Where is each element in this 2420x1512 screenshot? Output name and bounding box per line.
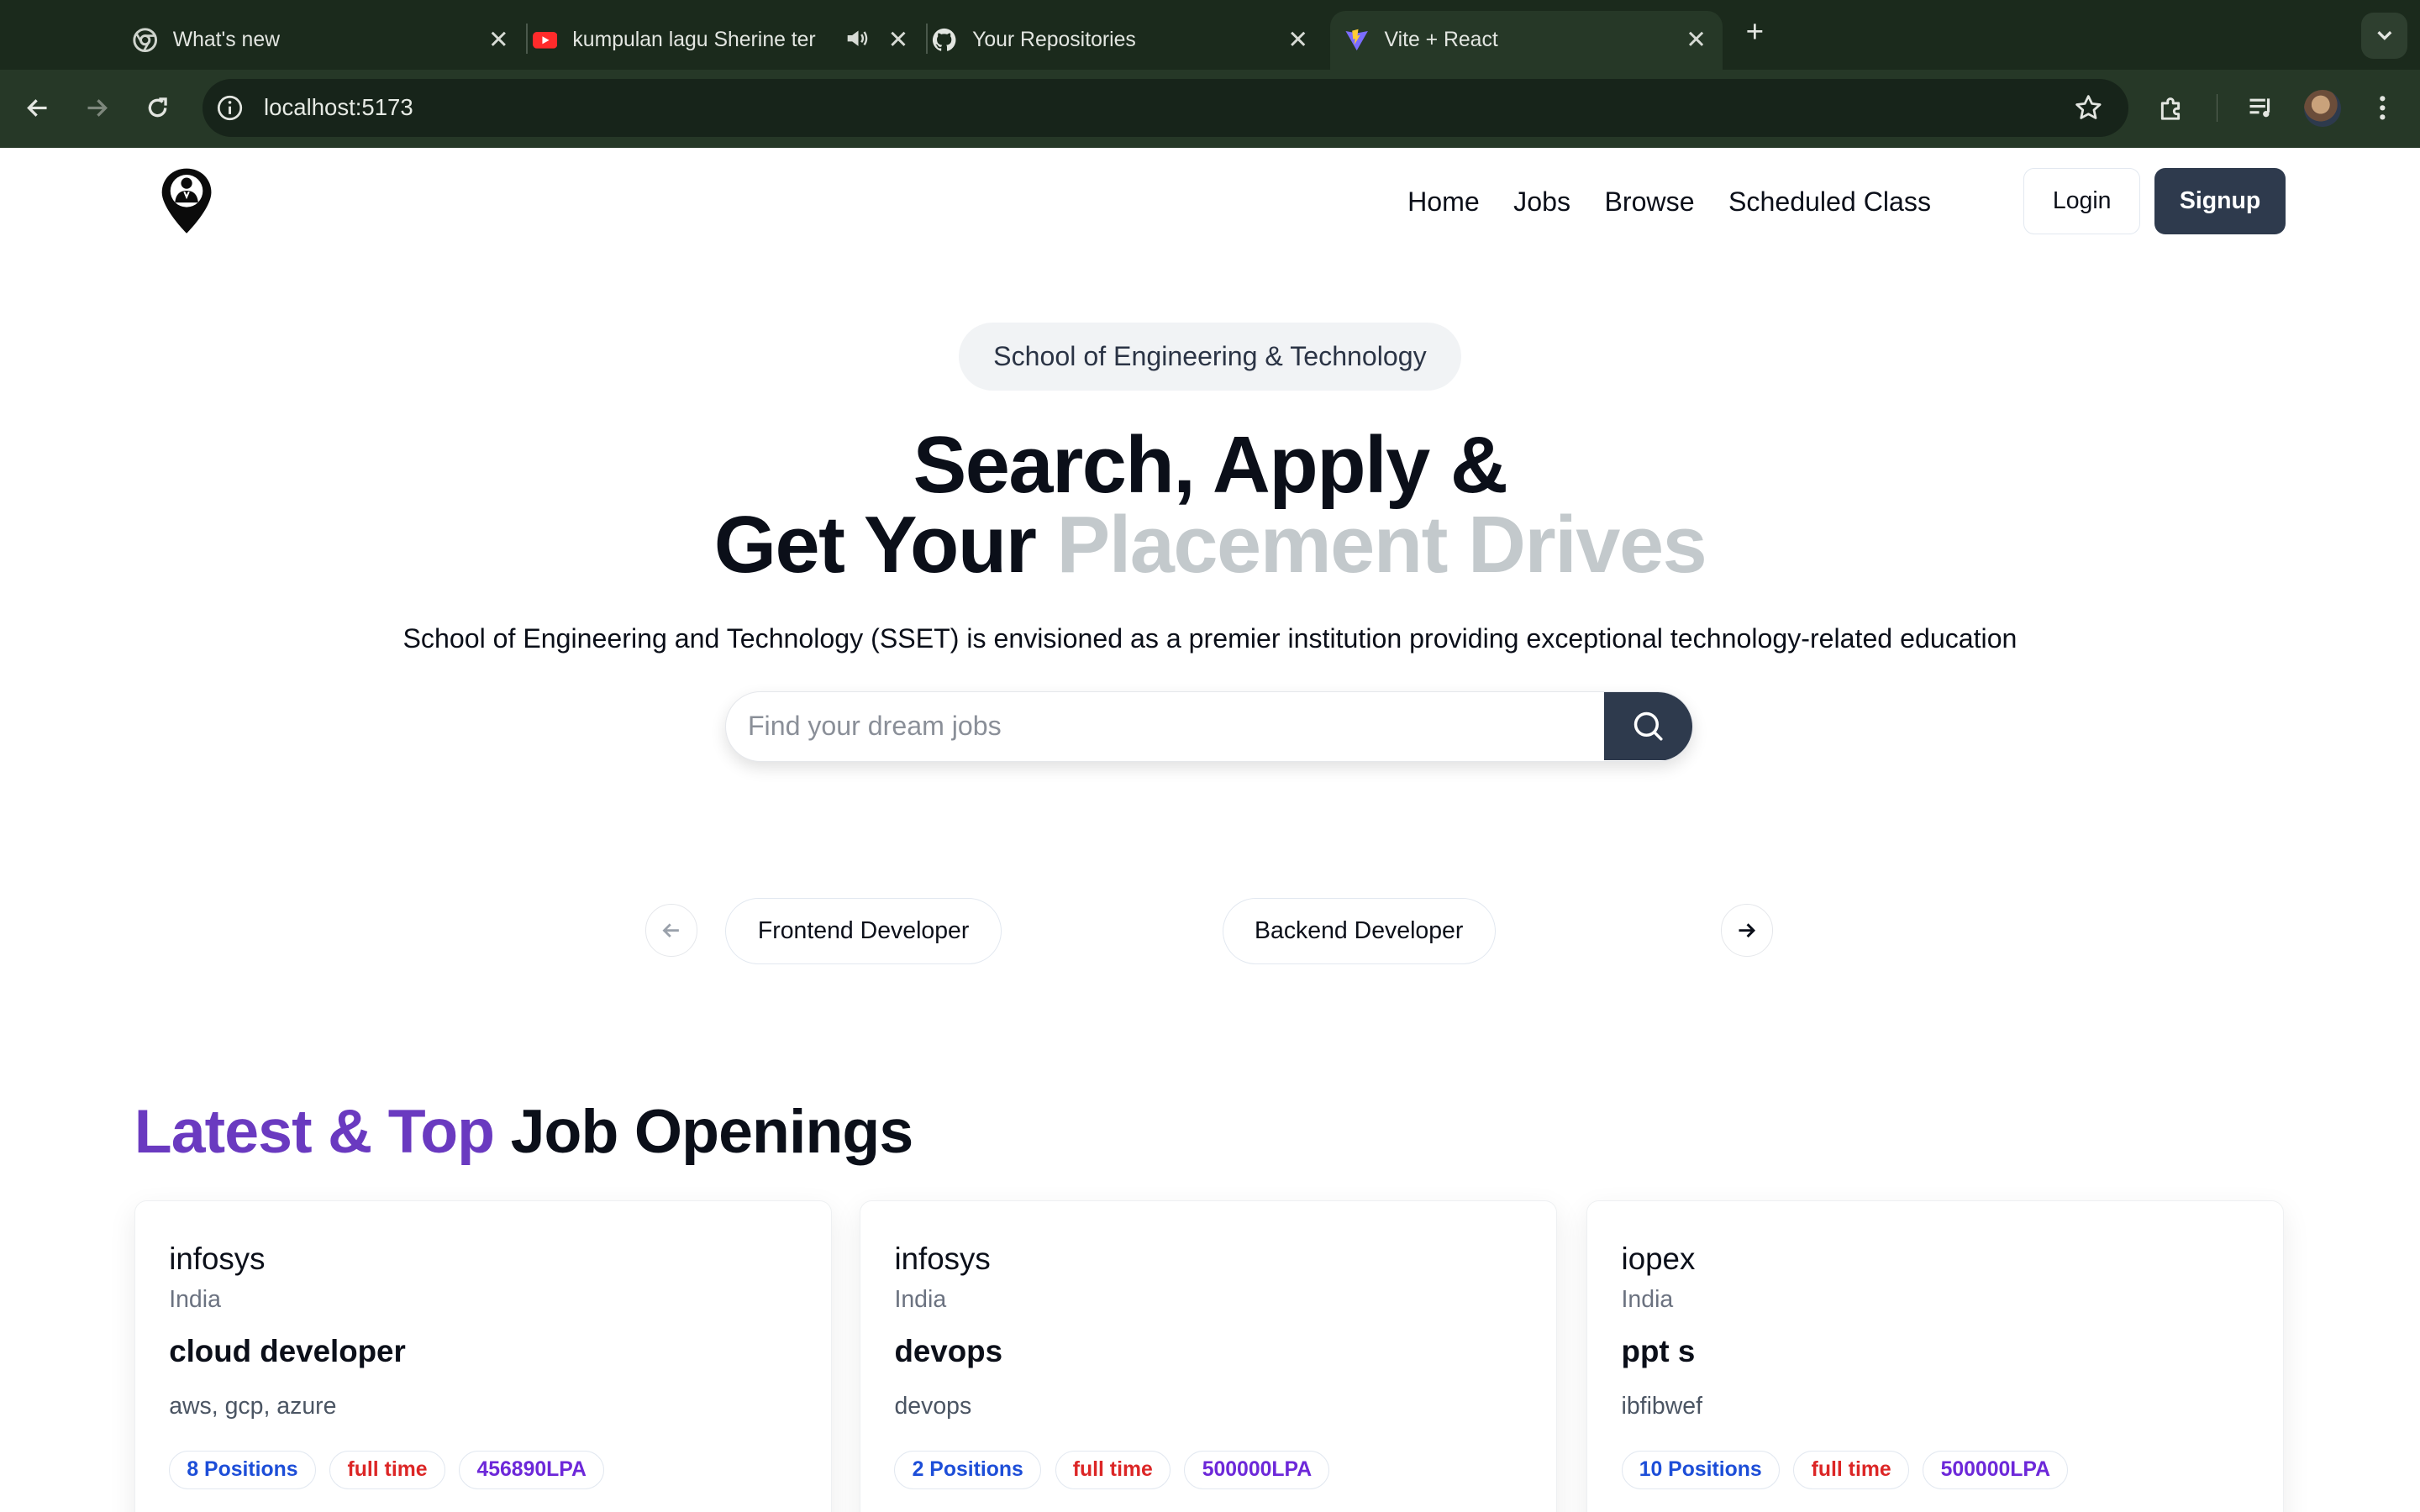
- media-controls-icon[interactable]: [2243, 90, 2280, 127]
- company-name: iopex: [1621, 1241, 1696, 1276]
- url-text[interactable]: localhost:5173: [264, 94, 413, 121]
- web-page: Home Jobs Browse Scheduled Class Login S…: [0, 148, 2420, 1512]
- hero-subtitle: School of Engineering and Technology (SS…: [402, 623, 2018, 654]
- chevron-down-icon: [2377, 31, 2392, 41]
- signup-button[interactable]: Signup: [2154, 168, 2286, 235]
- extensions-icon[interactable]: [2153, 90, 2190, 127]
- salary-badge: 500000LPA: [1923, 1451, 2069, 1490]
- tab-separator: [926, 23, 928, 55]
- search-button[interactable]: [1604, 691, 1692, 760]
- job-title: ppt s: [1621, 1333, 1696, 1368]
- job-title: cloud developer: [169, 1333, 406, 1368]
- arrow-right-icon: [87, 99, 108, 117]
- job-location: India: [1621, 1285, 1674, 1313]
- tab-strip: What's new ✕ kumpulan lagu Sherine ter ✕…: [0, 0, 2420, 70]
- job-badges: 8 Positions full time 456890LPA: [169, 1451, 605, 1490]
- site-info-icon[interactable]: [216, 94, 244, 122]
- vite-icon: [1344, 28, 1369, 52]
- search-icon: [1634, 711, 1663, 741]
- search-input[interactable]: [726, 691, 1607, 760]
- job-card[interactable]: iopex India ppt s ibfibwef 10 Positions …: [1586, 1200, 2285, 1512]
- arrow-left-icon: [26, 99, 47, 117]
- heading-rest: Job Openings: [494, 1096, 914, 1167]
- browser-toolbar: localhost:5173: [0, 69, 2420, 149]
- job-type-badge: full time: [329, 1451, 445, 1490]
- job-type-badge: full time: [1055, 1451, 1171, 1490]
- tab-github[interactable]: Your Repositories ✕: [932, 11, 1324, 70]
- nav-browse[interactable]: Browse: [1604, 186, 1694, 218]
- job-location: India: [169, 1285, 221, 1313]
- job-title: devops: [894, 1333, 1002, 1368]
- address-bar[interactable]: localhost:5173: [202, 78, 2128, 138]
- site-logo[interactable]: [159, 165, 214, 236]
- tab-title: Vite + React: [1384, 28, 1498, 51]
- bookmark-star-icon[interactable]: [2073, 92, 2104, 123]
- tab-title: Your Repositories: [972, 28, 1136, 51]
- hero-title-start: Get Your: [713, 501, 1057, 591]
- company-name: infosys: [169, 1241, 266, 1276]
- nav-home[interactable]: Home: [1407, 186, 1480, 218]
- tab-search-button[interactable]: [2361, 12, 2408, 59]
- job-description: ibfibwef: [1621, 1392, 1703, 1420]
- tab-youtube[interactable]: kumpulan lagu Sherine ter ✕: [532, 11, 925, 70]
- browser-window: What's new ✕ kumpulan lagu Sherine ter ✕…: [0, 0, 2420, 1512]
- job-badges: 2 Positions full time 500000LPA: [894, 1451, 1330, 1490]
- carousel-prev-button[interactable]: [644, 904, 698, 957]
- job-type-badge: full time: [1793, 1451, 1909, 1490]
- category-chip-backend[interactable]: Backend Developer: [1222, 897, 1496, 964]
- job-search-bar: [725, 690, 1693, 763]
- login-button[interactable]: Login: [2023, 168, 2141, 235]
- job-description: devops: [894, 1392, 972, 1420]
- company-name: infosys: [894, 1241, 991, 1276]
- more-menu-icon[interactable]: [2365, 90, 2402, 127]
- job-card[interactable]: infosys India cloud developer aws, gcp, …: [134, 1200, 832, 1512]
- job-openings-heading: Latest & Top Job Openings: [134, 1095, 913, 1167]
- positions-badge: 10 Positions: [1621, 1451, 1780, 1490]
- github-icon: [932, 28, 956, 52]
- hero-title-line-2: Get Your Placement Drives: [0, 506, 2420, 586]
- salary-badge: 456890LPA: [459, 1451, 605, 1490]
- main-nav: Home Jobs Browse Scheduled Class: [1407, 186, 1965, 218]
- close-tab-icon[interactable]: ✕: [485, 26, 513, 54]
- job-description: aws, gcp, azure: [169, 1392, 337, 1420]
- youtube-icon: [532, 28, 558, 52]
- close-tab-icon[interactable]: ✕: [1284, 26, 1312, 54]
- category-chip-frontend[interactable]: Frontend Developer: [725, 897, 1002, 964]
- tab-whats-new[interactable]: What's new ✕: [133, 11, 525, 70]
- close-tab-icon[interactable]: ✕: [884, 26, 912, 54]
- nav-scheduled-class[interactable]: Scheduled Class: [1728, 186, 1931, 218]
- heading-accent: Latest & Top: [134, 1096, 495, 1167]
- nav-jobs[interactable]: Jobs: [1513, 186, 1570, 218]
- profile-avatar[interactable]: [2304, 89, 2342, 127]
- reload-button[interactable]: [137, 88, 177, 129]
- close-tab-icon[interactable]: ✕: [1682, 26, 1710, 54]
- job-badges: 10 Positions full time 500000LPA: [1621, 1451, 2069, 1490]
- tab-title: kumpulan lagu Sherine ter: [572, 28, 816, 51]
- positions-badge: 2 Positions: [894, 1451, 1042, 1490]
- job-location: India: [894, 1285, 947, 1313]
- hero-title-highlight: Placement Drives: [1056, 501, 1707, 591]
- toolbar-divider: [2216, 94, 2218, 123]
- tab-title: What's new: [172, 28, 280, 51]
- tab-separator: [526, 23, 529, 55]
- positions-badge: 8 Positions: [169, 1451, 316, 1490]
- arrow-left-icon: [662, 923, 680, 937]
- school-badge: School of Engineering & Technology: [958, 322, 1462, 391]
- job-card[interactable]: infosys India devops devops 2 Positions …: [860, 1200, 1558, 1512]
- salary-badge: 500000LPA: [1184, 1451, 1330, 1490]
- back-button[interactable]: [17, 88, 57, 129]
- forward-button[interactable]: [77, 88, 118, 129]
- speaker-icon[interactable]: [844, 26, 869, 56]
- tab-vite-react[interactable]: Vite + React ✕: [1330, 10, 1723, 70]
- arrow-right-icon: [1739, 923, 1756, 937]
- reload-icon: [148, 97, 167, 118]
- carousel-next-button[interactable]: [1720, 904, 1774, 957]
- chrome-icon: [133, 28, 157, 53]
- new-tab-button[interactable]: +: [1738, 15, 1771, 49]
- hero-title-line-1: Search, Apply &: [913, 420, 1508, 510]
